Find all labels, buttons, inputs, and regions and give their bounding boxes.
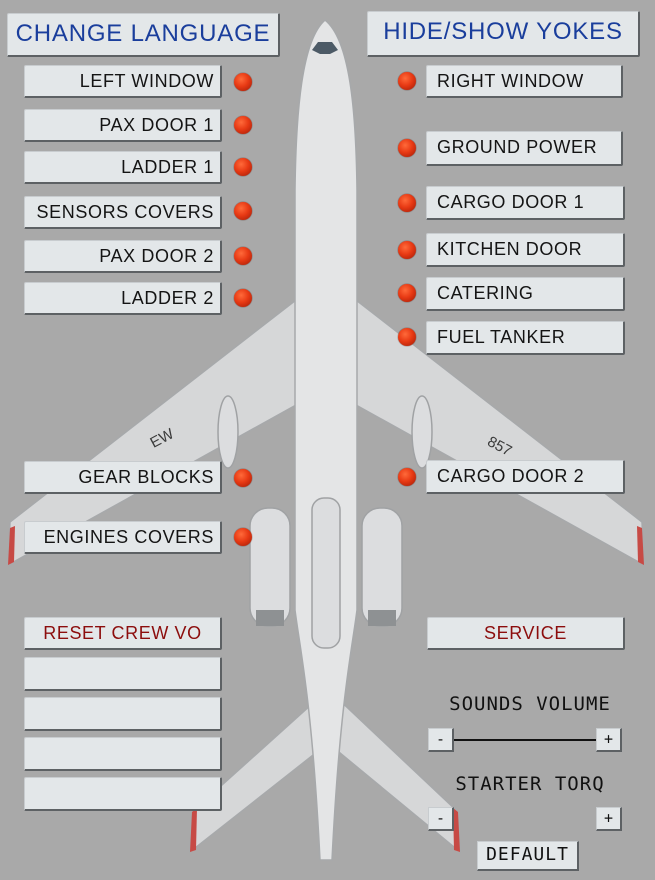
- catering-indicator: [398, 284, 416, 302]
- empty-slot-button[interactable]: [24, 697, 222, 731]
- pax-door-2-indicator: [234, 247, 252, 265]
- engines-covers-button[interactable]: ENGINES COVERS: [24, 521, 222, 554]
- ground-power-button[interactable]: GROUND POWER: [426, 131, 623, 166]
- starter-torq-label: STARTER TORQ: [455, 773, 605, 795]
- left-window-button[interactable]: LEFT WINDOW: [24, 65, 222, 98]
- default-button[interactable]: DEFAULT: [477, 841, 579, 871]
- ladder-2-button[interactable]: LADDER 2: [24, 282, 222, 315]
- ladder-2-indicator: [234, 289, 252, 307]
- right-window-button[interactable]: RIGHT WINDOW: [426, 65, 623, 98]
- ladder-1-indicator: [234, 158, 252, 176]
- service-button[interactable]: SERVICE: [427, 617, 625, 650]
- sounds-volume-label: SOUNDS VOLUME: [449, 693, 611, 715]
- cargo-door-2-button[interactable]: CARGO DOOR 2: [426, 460, 625, 494]
- sensors-covers-indicator: [234, 202, 252, 220]
- kitchen-door-indicator: [398, 241, 416, 259]
- empty-slot-button[interactable]: [24, 737, 222, 771]
- cargo-door-1-button[interactable]: CARGO DOOR 1: [426, 186, 625, 220]
- hide-show-yokes-button[interactable]: HIDE/SHOW YOKES: [367, 11, 640, 57]
- fuel-tanker-indicator: [398, 328, 416, 346]
- gear-blocks-indicator: [234, 469, 252, 487]
- sounds-volume-plus-button[interactable]: +: [596, 728, 622, 752]
- gear-blocks-button[interactable]: GEAR BLOCKS: [24, 461, 222, 494]
- empty-slot-button[interactable]: [24, 777, 222, 811]
- starter-torq-plus-button[interactable]: +: [596, 807, 622, 831]
- catering-button[interactable]: CATERING: [426, 277, 625, 311]
- right-window-indicator: [398, 72, 416, 90]
- kitchen-door-button[interactable]: KITCHEN DOOR: [426, 233, 625, 267]
- pax-door-2-button[interactable]: PAX DOOR 2: [24, 240, 222, 273]
- engines-covers-indicator: [234, 528, 252, 546]
- sounds-volume-slider[interactable]: [454, 739, 596, 741]
- reset-crew-vo-button[interactable]: RESET CREW VO: [24, 617, 222, 650]
- pax-door-1-button[interactable]: PAX DOOR 1: [24, 109, 222, 142]
- ground-power-indicator: [398, 139, 416, 157]
- change-language-button[interactable]: CHANGE LANGUAGE: [7, 13, 280, 57]
- pax-door-1-indicator: [234, 116, 252, 134]
- ladder-1-button[interactable]: LADDER 1: [24, 151, 222, 184]
- empty-slot-button[interactable]: [24, 657, 222, 691]
- cargo-door-2-indicator: [398, 468, 416, 486]
- sensors-covers-button[interactable]: SENSORS COVERS: [24, 196, 222, 229]
- left-window-indicator: [234, 73, 252, 91]
- fuel-tanker-button[interactable]: FUEL TANKER: [426, 321, 625, 355]
- sounds-volume-minus-button[interactable]: -: [428, 728, 454, 752]
- starter-torq-minus-button[interactable]: -: [428, 807, 454, 831]
- cargo-door-1-indicator: [398, 194, 416, 212]
